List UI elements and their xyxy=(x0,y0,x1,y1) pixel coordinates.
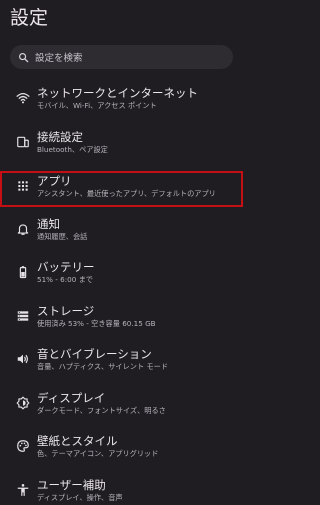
settings-item-accessibility[interactable]: ユーザー補助 ディスプレイ、操作、音声 xyxy=(0,472,243,505)
item-subtitle: 通知履歴、会話 xyxy=(37,231,88,241)
item-title: ネットワークとインターネット xyxy=(37,86,198,100)
item-title: 接続設定 xyxy=(37,129,83,144)
settings-list: ネットワークとインターネット モバイル、Wi-Fi、アクセス ポイント 接続設定… xyxy=(0,80,243,505)
settings-item-connected-devices[interactable]: 接続設定 Bluetooth、ペア設定 xyxy=(0,124,243,168)
search-bar[interactable]: 設定を検索 xyxy=(10,45,233,69)
item-title: ユーザー補助 xyxy=(37,477,106,492)
settings-item-wallpaper[interactable]: 壁紙とスタイル 色、テーマアイコン、アプリグリッド xyxy=(0,428,243,472)
search-icon xyxy=(19,52,29,62)
item-title: ディスプレイ xyxy=(37,390,106,405)
search-placeholder: 設定を検索 xyxy=(35,53,83,64)
item-subtitle: Bluetooth、ペア設定 xyxy=(37,144,108,154)
settings-item-storage[interactable]: ストレージ 使用済み 53% - 空き容量 60.15 GB xyxy=(0,298,243,342)
connected-devices-icon xyxy=(17,136,29,147)
settings-item-display[interactable]: ディスプレイ ダークモード、フォントサイズ、明るさ xyxy=(0,385,243,429)
settings-item-battery[interactable]: バッテリー 51% - 6:00 まで xyxy=(0,254,243,298)
item-subtitle: ディスプレイ、操作、音声 xyxy=(37,492,123,502)
item-title: 音とバイブレーション xyxy=(37,347,152,361)
item-subtitle: 色、テーマアイコン、アプリグリッド xyxy=(37,449,159,458)
item-title: バッテリー xyxy=(37,260,95,274)
volume-icon xyxy=(17,354,28,364)
wifi-icon xyxy=(16,92,30,104)
settings-item-sound[interactable]: 音とバイブレーション 音量、ハプティクス、サイレント モード xyxy=(0,341,243,385)
settings-screen: 設定 設定を検索 ネットワークとインターネット モバイル、Wi-Fi、アクセス … xyxy=(0,0,243,505)
palette-icon xyxy=(17,440,29,452)
item-subtitle: ダークモード、フォントサイズ、明るさ xyxy=(37,405,166,415)
item-title: 通知 xyxy=(37,216,60,231)
apps-grid-icon xyxy=(18,181,28,191)
item-subtitle: アシスタント、最近使ったアプリ、デフォルトのアプリ xyxy=(37,189,216,198)
settings-item-apps[interactable]: アプリ アシスタント、最近使ったアプリ、デフォルトのアプリ xyxy=(0,171,243,207)
accessibility-icon xyxy=(17,483,29,496)
settings-item-notifications[interactable]: 通知 通知履歴、会話 xyxy=(0,211,243,255)
item-subtitle: 使用済み 53% - 空き容量 60.15 GB xyxy=(37,318,156,328)
settings-item-network[interactable]: ネットワークとインターネット モバイル、Wi-Fi、アクセス ポイント xyxy=(0,80,243,124)
item-subtitle: 51% - 6:00 まで xyxy=(37,275,93,284)
item-subtitle: 音量、ハプティクス、サイレント モード xyxy=(37,362,169,371)
item-title: 壁紙とスタイル xyxy=(37,434,118,448)
brightness-icon xyxy=(16,396,30,409)
page-title: 設定 xyxy=(10,7,49,29)
item-title: ストレージ xyxy=(37,303,95,318)
item-subtitle: モバイル、Wi-Fi、アクセス ポイント xyxy=(37,101,157,110)
battery-icon xyxy=(19,266,27,279)
item-title: アプリ xyxy=(37,174,72,188)
bell-icon xyxy=(17,223,29,235)
storage-icon xyxy=(17,310,29,321)
